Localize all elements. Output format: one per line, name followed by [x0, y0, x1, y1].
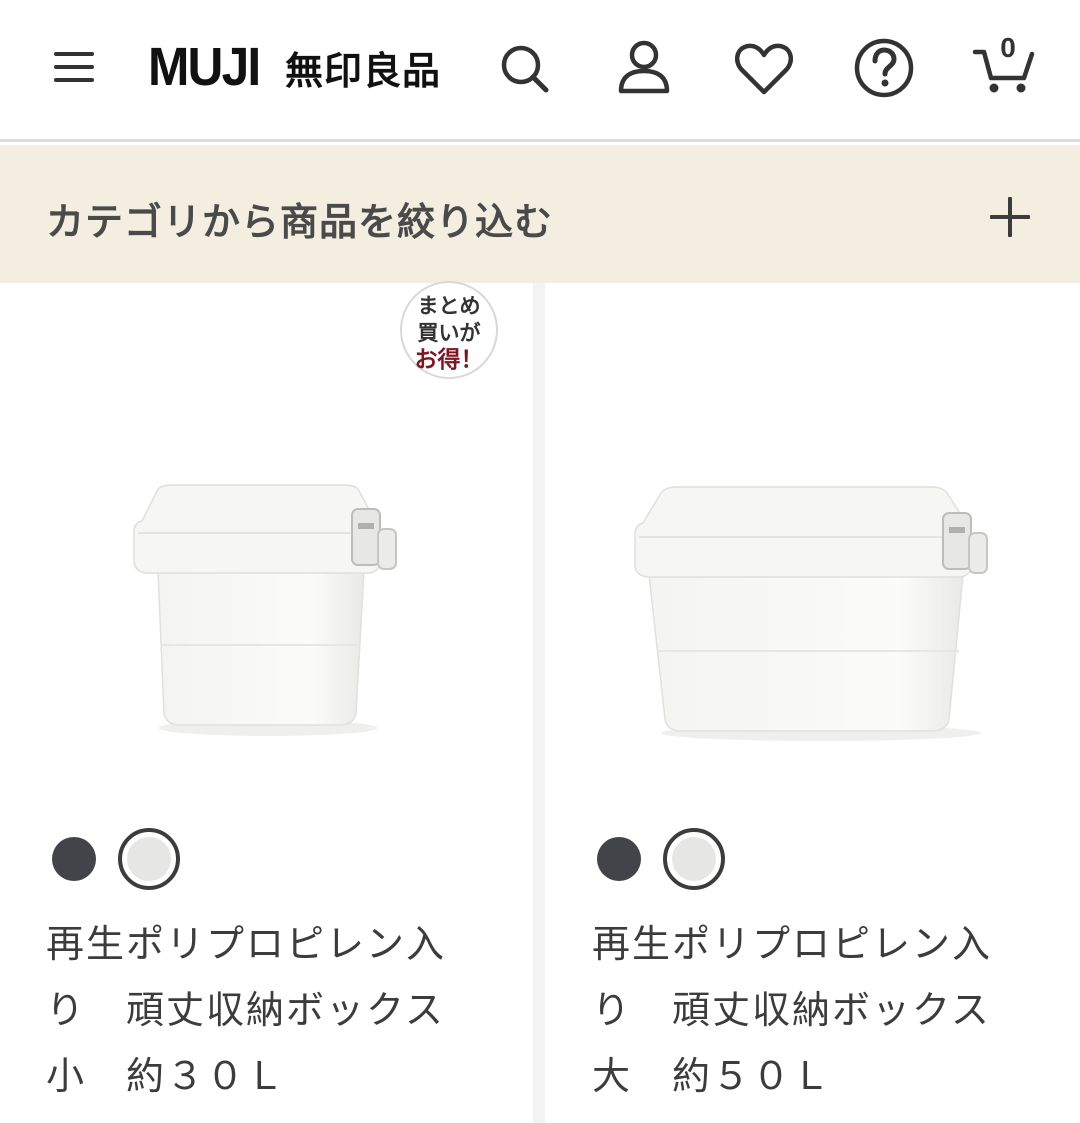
site-header: MUJI 無印良品 0: [0, 0, 1080, 142]
product-name-line: 再生ポリプロピレン入: [592, 922, 993, 966]
badge-line: まとめ: [417, 294, 481, 318]
product-name-line: り 頑丈収納ボックス: [592, 988, 991, 1032]
product-card[interactable]: 再生ポリプロピレン入 り 頑丈収納ボックス 大 約５０Ｌ: [545, 283, 1080, 1123]
menu-icon[interactable]: [52, 46, 98, 86]
muji-logo[interactable]: MUJI 無印良品: [148, 32, 441, 102]
product-grid: まとめ 買いが お得！ 再生ポリプロピレン入 り 頑丈収納ボックス 小 約３０Ｌ…: [0, 281, 1080, 1123]
plus-icon[interactable]: [990, 197, 1030, 237]
help-icon[interactable]: [852, 36, 916, 100]
logo-latin-text: MUJI: [148, 37, 261, 97]
search-icon[interactable]: [492, 36, 556, 100]
product-name-line: り 頑丈収納ボックス: [46, 988, 445, 1032]
account-icon[interactable]: [612, 36, 676, 100]
product-image-storage-box-large[interactable]: [631, 483, 1001, 743]
badge-line: お得！: [414, 347, 484, 373]
category-filter-label: カテゴリから商品を絞り込む: [46, 200, 554, 244]
color-swatch-white-selected[interactable]: [118, 828, 180, 890]
heart-icon[interactable]: [732, 36, 796, 100]
grid-divider: [533, 283, 545, 1123]
color-swatch-dark-gray[interactable]: [597, 837, 641, 881]
product-name-line: 再生ポリプロピレン入: [46, 922, 447, 966]
badge-line: 買いが: [417, 321, 481, 345]
logo-japanese-text: 無印良品: [285, 48, 442, 93]
product-image-storage-box-small[interactable]: [128, 483, 408, 743]
cart-count-badge: 0: [1000, 32, 1016, 63]
product-name-line: 小 約３０Ｌ: [46, 1054, 287, 1098]
product-name-line: 大 約５０Ｌ: [592, 1054, 833, 1098]
color-swatch-white-selected[interactable]: [663, 828, 725, 890]
product-name[interactable]: 再生ポリプロピレン入 り 頑丈収納ボックス 大 約５０Ｌ: [592, 911, 1022, 1109]
color-swatch-dark-gray[interactable]: [52, 837, 96, 881]
product-card[interactable]: まとめ 買いが お得！ 再生ポリプロピレン入 り 頑丈収納ボックス 小 約３０Ｌ: [0, 281, 533, 1123]
product-name[interactable]: 再生ポリプロピレン入 り 頑丈収納ボックス 小 約３０Ｌ: [46, 911, 476, 1109]
bulk-discount-badge: まとめ 買いが お得！: [400, 281, 498, 379]
category-filter-bar[interactable]: カテゴリから商品を絞り込む: [0, 145, 1080, 283]
